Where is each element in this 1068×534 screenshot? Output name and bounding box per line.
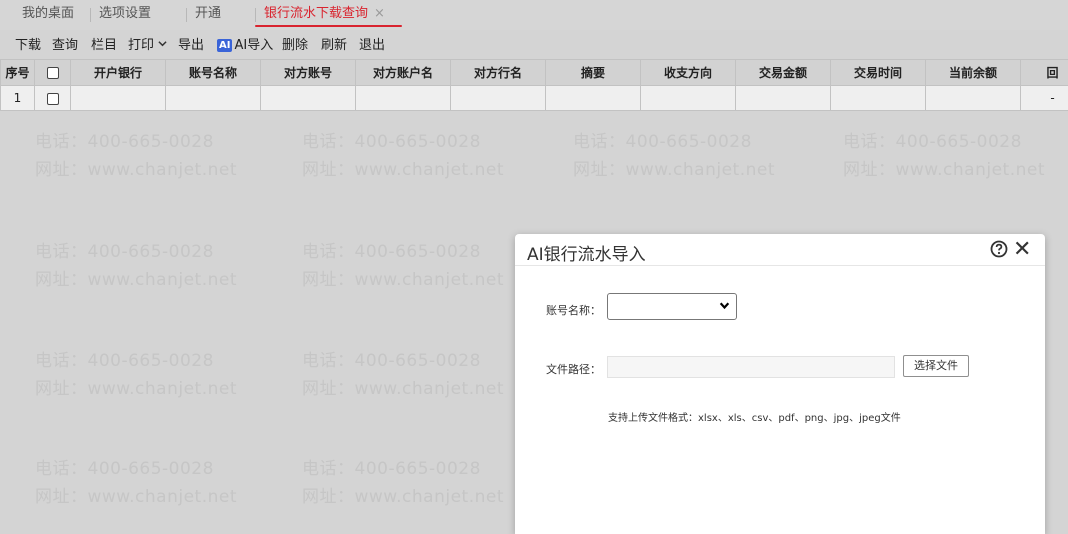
toolbar: 下载 查询 栏目 打印 导出 AIAI导入 删除 刷新 退出 xyxy=(0,31,1068,57)
delete-button[interactable]: 删除 xyxy=(282,34,308,53)
col-header-direction[interactable]: 收支方向 xyxy=(641,60,736,86)
close-icon[interactable]: ✕ xyxy=(1013,239,1031,261)
supported-formats-hint: 支持上传文件格式：xlsx、xls、csv、pdf、png、jpg、jpeg文件 xyxy=(608,409,901,424)
table-cell[interactable] xyxy=(451,86,546,111)
row-index: 1 xyxy=(1,86,35,111)
table-cell[interactable] xyxy=(356,86,451,111)
active-tab-indicator xyxy=(255,25,402,27)
dialog-divider xyxy=(515,265,1045,266)
table-cell[interactable] xyxy=(546,86,641,111)
tab-bank-statement-label: 银行流水下载查询 xyxy=(264,6,368,21)
help-icon[interactable] xyxy=(990,240,1008,258)
watermark-text: 电话：400-665-0028 xyxy=(573,130,752,155)
col-header-account-name[interactable]: 账号名称 xyxy=(166,60,261,86)
ai-import-label: AI导入 xyxy=(234,38,273,53)
watermark-text: 电话：400-665-0028 xyxy=(35,349,214,374)
tab-bank-statement[interactable]: 银行流水下载查询 × xyxy=(264,0,385,28)
tab-desktop[interactable]: 我的桌面 xyxy=(22,0,74,28)
choose-file-button[interactable]: 选择文件 xyxy=(903,355,969,377)
table-header-row: 序号 开户银行 账号名称 对方账号 对方账户名 对方行名 摘要 收支方向 交易金… xyxy=(1,60,1068,86)
row-checkbox[interactable] xyxy=(47,93,59,105)
download-button[interactable]: 下载 xyxy=(15,34,41,53)
watermark-text: 网址：www.chanjet.net xyxy=(35,485,237,510)
watermark-text: 网址：www.chanjet.net xyxy=(573,158,775,183)
watermark-text: 电话：400-665-0028 xyxy=(302,130,481,155)
watermark-text: 网址：www.chanjet.net xyxy=(302,268,504,293)
dialog-title: AI银行流水导入 xyxy=(527,240,646,265)
table-cell[interactable] xyxy=(261,86,356,111)
col-header-counter-account-name[interactable]: 对方账户名 xyxy=(356,60,451,86)
col-header-balance[interactable]: 当前余额 xyxy=(926,60,1021,86)
table-cell[interactable] xyxy=(71,86,166,111)
watermark-text: 网址：www.chanjet.net xyxy=(302,158,504,183)
file-path-input[interactable] xyxy=(607,356,895,378)
col-header-bank[interactable]: 开户银行 xyxy=(71,60,166,86)
file-path-label: 文件路径： xyxy=(546,361,601,377)
col-header-summary[interactable]: 摘要 xyxy=(546,60,641,86)
watermark-text: 电话：400-665-0028 xyxy=(843,130,1022,155)
table-cell[interactable] xyxy=(166,86,261,111)
col-header-amount[interactable]: 交易金额 xyxy=(736,60,831,86)
col-header-select[interactable] xyxy=(35,60,71,86)
select-all-checkbox[interactable] xyxy=(47,67,59,79)
account-name-label: 账号名称： xyxy=(546,302,601,318)
col-header-time[interactable]: 交易时间 xyxy=(831,60,926,86)
chevron-down-icon xyxy=(158,39,167,48)
query-button[interactable]: 查询 xyxy=(52,34,78,53)
chevron-down-icon xyxy=(719,300,730,311)
tab-bar: 我的桌面 选项设置 开通 银行流水下载查询 × xyxy=(0,0,1068,30)
refresh-button[interactable]: 刷新 xyxy=(321,34,347,53)
watermark-text: 网址：www.chanjet.net xyxy=(35,158,237,183)
watermark-text: 电话：400-665-0028 xyxy=(302,349,481,374)
print-label: 打印 xyxy=(128,38,154,53)
watermark-text: 电话：400-665-0028 xyxy=(302,240,481,265)
watermark-text: 网址：www.chanjet.net xyxy=(35,377,237,402)
table-cell[interactable] xyxy=(926,86,1021,111)
print-button[interactable]: 打印 xyxy=(128,34,167,53)
watermark-text: 网址：www.chanjet.net xyxy=(302,377,504,402)
watermark-text: 电话：400-665-0028 xyxy=(35,240,214,265)
watermark-text: 电话：400-665-0028 xyxy=(35,130,214,155)
col-header-counter-bank[interactable]: 对方行名 xyxy=(451,60,546,86)
watermark-text: 网址：www.chanjet.net xyxy=(843,158,1045,183)
watermark-text: 网址：www.chanjet.net xyxy=(302,485,504,510)
watermark-text: 电话：400-665-0028 xyxy=(302,457,481,482)
col-header-more[interactable]: 回 xyxy=(1021,60,1068,86)
columns-button[interactable]: 栏目 xyxy=(91,34,117,53)
watermark-text: 网址：www.chanjet.net xyxy=(35,268,237,293)
table-row[interactable]: 1 - xyxy=(1,86,1068,111)
tab-activate[interactable]: 开通 xyxy=(195,0,221,28)
watermark-text: 电话：400-665-0028 xyxy=(35,457,214,482)
export-button[interactable]: 导出 xyxy=(178,34,204,53)
ai-import-dialog: AI银行流水导入 ✕ 账号名称： 文件路径： 选择文件 支持上传文件格式：xls… xyxy=(515,234,1045,534)
ai-import-button[interactable]: AIAI导入 xyxy=(217,34,273,53)
ai-icon: AI xyxy=(217,39,232,52)
exit-button[interactable]: 退出 xyxy=(359,34,385,53)
table-cell[interactable] xyxy=(641,86,736,111)
table-cell[interactable] xyxy=(736,86,831,111)
table-cell[interactable]: - xyxy=(1021,86,1068,111)
account-name-select[interactable] xyxy=(607,293,737,320)
col-header-index: 序号 xyxy=(1,60,35,86)
bank-statement-table: 序号 开户银行 账号名称 对方账号 对方账户名 对方行名 摘要 收支方向 交易金… xyxy=(0,59,1068,111)
col-header-counter-account[interactable]: 对方账号 xyxy=(261,60,356,86)
tab-options[interactable]: 选项设置 xyxy=(99,0,151,28)
row-select[interactable] xyxy=(35,86,71,111)
table-cell[interactable] xyxy=(831,86,926,111)
tab-close-icon[interactable]: × xyxy=(374,6,385,21)
